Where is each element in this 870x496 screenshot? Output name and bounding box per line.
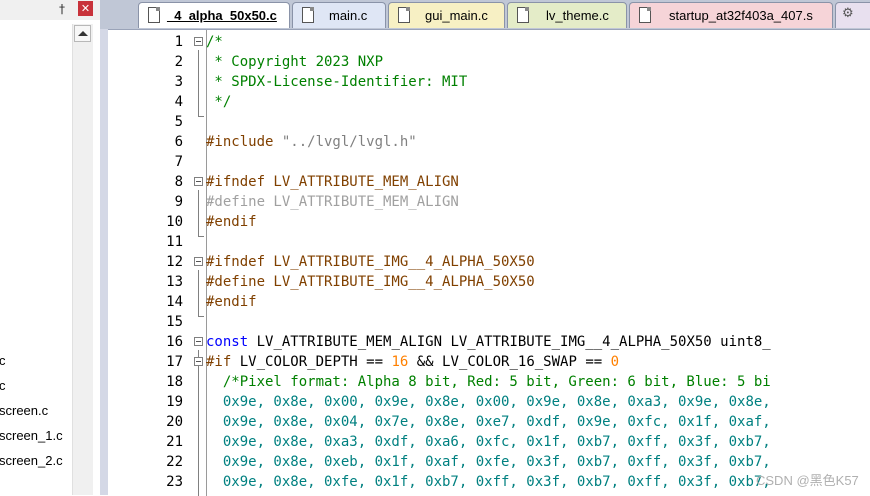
code-line: 19 0x9e, 0x8e, 0x00, 0x9e, 0x8e, 0x00, 0…	[166, 394, 771, 410]
code-line: 6 #include "../lvgl/lvgl.h"	[174, 134, 417, 150]
file-item[interactable]: screen.c	[0, 402, 48, 420]
code-line: 22 0x9e, 0x8e, 0xeb, 0x1f, 0xaf, 0xfe, 0…	[166, 454, 771, 470]
code-line: 18 /*Pixel format: Alpha 8 bit, Red: 5 b…	[166, 374, 771, 390]
code-line: 3 * SPDX-License-Identifier: MIT	[174, 74, 468, 90]
tab-startup-s[interactable]: startup_at32f403a_407.s	[629, 2, 833, 28]
file-icon	[148, 7, 160, 23]
tab-main-c[interactable]: main.c	[292, 2, 386, 28]
file-list: c c screen.c screen_1.c screen_2.c	[0, 20, 72, 495]
file-item[interactable]: screen_2.c	[0, 452, 63, 470]
code-line: 20 0x9e, 0x8e, 0x04, 0x7e, 0x8e, 0xe7, 0…	[166, 414, 771, 430]
code-editor[interactable]: 1 /* 2 * Copyright 2023 NXP 3 * SPDX-Lic…	[108, 29, 870, 496]
watermark: CSDN @黑色K57	[756, 473, 859, 488]
code-line: 12 #ifndef LV_ATTRIBUTE_IMG__4_ALPHA_50X…	[166, 254, 535, 270]
file-item[interactable]: c	[0, 352, 6, 370]
panel-scrollbar[interactable]	[72, 24, 93, 495]
code-line: 13 #define LV_ATTRIBUTE_IMG__4_ALPHA_50X…	[166, 274, 535, 290]
tab-4-alpha-50x50[interactable]: _4_alpha_50x50.c	[138, 2, 290, 28]
panel-divider[interactable]	[100, 0, 108, 495]
scroll-up-button[interactable]	[74, 25, 91, 42]
file-icon	[639, 7, 651, 23]
close-panel-button[interactable]: ✕	[78, 1, 93, 16]
code-line: 7	[174, 154, 183, 170]
code-line: 8 #ifndef LV_ATTRIBUTE_MEM_ALIGN	[174, 174, 459, 190]
project-panel: † ✕ c c screen.c screen_1.c screen_2.c	[0, 0, 100, 495]
fold-toggle-icon[interactable]	[194, 177, 203, 186]
code-line: 4 */	[174, 94, 232, 110]
code-line: 9 #define LV_ATTRIBUTE_MEM_ALIGN	[174, 194, 459, 210]
pin-icon[interactable]: †	[55, 1, 69, 17]
file-icon	[517, 7, 529, 23]
settings-file-icon: ⚙	[842, 6, 854, 21]
fold-toggle-icon[interactable]	[194, 337, 203, 346]
code-line: 2 * Copyright 2023 NXP	[174, 54, 384, 70]
code-line: 17 #if LV_COLOR_DEPTH == 16 && LV_COLOR_…	[166, 354, 620, 370]
fold-toggle-icon[interactable]	[194, 357, 203, 366]
code-line: 16 const LV_ATTRIBUTE_MEM_ALIGN LV_ATTRI…	[166, 334, 771, 350]
panel-header: † ✕	[0, 0, 100, 20]
fold-toggle-icon[interactable]	[194, 257, 203, 266]
file-icon	[398, 7, 410, 23]
file-item[interactable]: screen_1.c	[0, 427, 63, 445]
code-line: 14 #endif	[166, 294, 257, 310]
code-line: 1 /*	[174, 34, 223, 50]
tab-lv-theme-c[interactable]: lv_theme.c	[507, 2, 627, 28]
tab-gui-main-c[interactable]: gui_main.c	[388, 2, 505, 28]
fold-toggle-icon[interactable]	[194, 37, 203, 46]
code-line: 11	[166, 234, 183, 250]
tab-bar: _4_alpha_50x50.c main.c gui_main.c lv_th…	[100, 0, 870, 29]
code-line: 15	[166, 314, 183, 330]
tab-more[interactable]: ⚙	[835, 2, 870, 28]
code-line: 21 0x9e, 0x8e, 0xa3, 0xdf, 0xa6, 0xfc, 0…	[166, 434, 771, 450]
code-line: 5	[174, 114, 183, 130]
file-item[interactable]: c	[0, 377, 6, 395]
code-line: 10 #endif	[166, 214, 257, 230]
file-icon	[302, 7, 314, 23]
